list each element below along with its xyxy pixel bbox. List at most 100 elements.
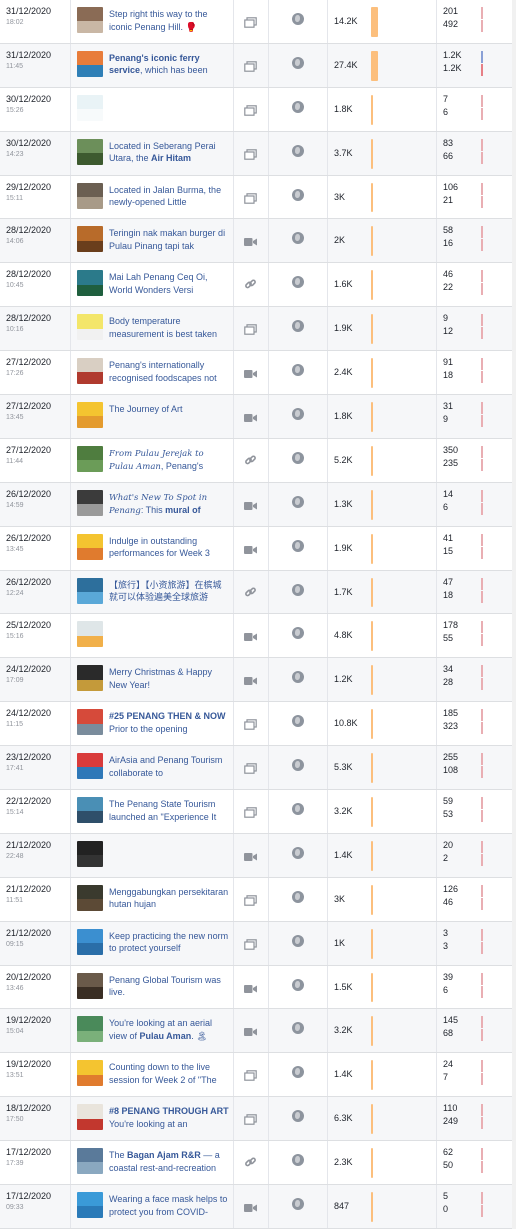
- column-divider: [436, 263, 437, 307]
- table-row[interactable]: 28/12/2020 14:06 Teringin nak makan burg…: [0, 219, 516, 264]
- table-row[interactable]: 28/12/2020 10:16 Body temperature measur…: [0, 307, 516, 352]
- post-text-link[interactable]: Menggabungkan persekitaran hutan hujan: [109, 886, 229, 912]
- post-time: 11:45: [6, 62, 23, 70]
- post-thumbnail[interactable]: [77, 358, 103, 385]
- post-thumbnail[interactable]: [77, 753, 103, 780]
- table-row[interactable]: 31/12/2020 18:02 Step right this way to …: [0, 0, 516, 44]
- post-text-link[interactable]: Penang's iconic ferry service, which has…: [109, 52, 229, 78]
- table-row[interactable]: 24/12/2020 11:15 #25 PENANG THEN & NOW P…: [0, 702, 516, 747]
- post-text-link[interactable]: The Bagan Ajam R&R — a coastal rest-and-…: [109, 1149, 229, 1175]
- link-icon: [244, 278, 257, 289]
- post-text-link[interactable]: [109, 96, 229, 122]
- table-row[interactable]: 19/12/2020 13:51 Counting down to the li…: [0, 1053, 516, 1098]
- post-thumbnail[interactable]: [77, 928, 103, 955]
- post-text-link[interactable]: Merry Christmas & Happy New Year!: [109, 666, 229, 692]
- table-row[interactable]: 22/12/2020 15:14 The Penang State Touris…: [0, 790, 516, 834]
- post-thumbnail[interactable]: [77, 621, 103, 648]
- table-row[interactable]: 29/12/2020 15:11 Located in Jalan Burma,…: [0, 175, 516, 220]
- table-row[interactable]: 27/12/2020 11:44 From Pulau Jerejak to P…: [0, 438, 516, 483]
- post-text-link[interactable]: What's New To Spot in Penang: This mural…: [109, 491, 229, 517]
- table-row[interactable]: 21/12/2020 11:51 Menggabungkan persekita…: [0, 877, 516, 922]
- table-row[interactable]: 17/12/2020 09:33 Wearing a face mask hel…: [0, 1185, 516, 1229]
- table-row[interactable]: 31/12/2020 11:45 Penang's iconic ferry s…: [0, 43, 516, 88]
- table-row[interactable]: 20/12/2020 13:46 Penang Global Tourism w…: [0, 965, 516, 1010]
- post-thumbnail[interactable]: [77, 1016, 103, 1043]
- post-text-link[interactable]: [109, 622, 229, 648]
- table-row[interactable]: 21/12/2020 09:15 Keep practicing the new…: [0, 921, 516, 966]
- post-thumbnail[interactable]: [77, 489, 103, 516]
- table-row[interactable]: 27/12/2020 17:26 Penang's internationall…: [0, 351, 516, 396]
- post-thumbnail[interactable]: [77, 797, 103, 824]
- post-thumbnail[interactable]: [77, 884, 103, 911]
- post-text-link[interactable]: Step right this way to the iconic Penang…: [109, 8, 229, 34]
- post-text-link[interactable]: Wearing a face mask helps to protect you…: [109, 1193, 229, 1219]
- post-text-link[interactable]: Located in Seberang Perai Utara, the Air…: [109, 140, 229, 166]
- post-text-link[interactable]: Mai Lah Penang Ceq Oi, World Wonders Ver…: [109, 271, 229, 297]
- table-row[interactable]: 28/12/2020 10:45 Mai Lah Penang Ceq Oi, …: [0, 263, 516, 308]
- post-thumbnail[interactable]: [77, 972, 103, 999]
- post-text-link[interactable]: #8 PENANG THROUGH ART You're looking at …: [109, 1105, 229, 1131]
- post-thumbnail[interactable]: [77, 138, 103, 165]
- post-text-link[interactable]: Located in Jalan Burma, the newly-opened…: [109, 184, 229, 210]
- post-text-link[interactable]: 【旅行】【小资旅游】在槟城就可以体验遍美全球旅游: [109, 579, 229, 605]
- post-thumbnail[interactable]: [77, 182, 103, 209]
- post-thumbnail[interactable]: [77, 7, 103, 33]
- post-thumbnail[interactable]: [77, 1148, 103, 1175]
- post-time: 13:45: [6, 414, 24, 422]
- post-text-link[interactable]: [109, 842, 229, 868]
- engagement-bar-top: [481, 533, 483, 546]
- table-row[interactable]: 23/12/2020 17:41 AirAsia and Penang Tour…: [0, 746, 516, 791]
- post-text-link[interactable]: Penang's internationally recognised food…: [109, 359, 229, 385]
- engagement-bar-top: [481, 445, 483, 458]
- table-row[interactable]: 18/12/2020 17:50 #8 PENANG THROUGH ART Y…: [0, 1097, 516, 1142]
- table-row[interactable]: 24/12/2020 17:09 Merry Christmas & Happy…: [0, 658, 516, 703]
- post-text-link[interactable]: You're looking at an aerial view of Pula…: [109, 1017, 229, 1043]
- table-row[interactable]: 26/12/2020 12:24 【旅行】【小资旅游】在槟城就可以体验遍美全球旅…: [0, 570, 516, 615]
- photo-icon: [244, 761, 257, 774]
- engagement-reactions: 0: [443, 1204, 449, 1215]
- post-thumbnail[interactable]: [77, 1060, 103, 1087]
- table-row[interactable]: 25/12/2020 15:16 4.8K 178 55: [0, 614, 516, 659]
- post-thumbnail[interactable]: [77, 533, 103, 560]
- post-text-link[interactable]: Penang Global Tourism was live.: [109, 974, 229, 1000]
- table-row[interactable]: 26/12/2020 14:59 What's New To Spot in P…: [0, 482, 516, 527]
- post-text-link[interactable]: The Penang State Tourism launched an "Ex…: [109, 798, 229, 824]
- post-text-link[interactable]: Counting down to the live session for We…: [109, 1061, 229, 1087]
- engagement-bar-top: [481, 621, 483, 634]
- post-text-link[interactable]: Teringin nak makan burger di Pulau Pinan…: [109, 227, 229, 253]
- table-row[interactable]: 30/12/2020 14:23 Located in Seberang Per…: [0, 131, 516, 176]
- table-row[interactable]: 30/12/2020 15:26 1.8K 7 6: [0, 87, 516, 132]
- post-text-link[interactable]: From Pulau Jerejak to Pulau Aman, Penang…: [109, 447, 229, 473]
- reach-value: 1.9K: [334, 542, 353, 553]
- post-thumbnail[interactable]: [77, 270, 103, 297]
- engagement-bar-bottom: [481, 327, 483, 340]
- scrollbar[interactable]: [512, 0, 516, 1229]
- post-thumbnail[interactable]: [77, 94, 103, 121]
- post-thumbnail[interactable]: [77, 226, 103, 253]
- table-row[interactable]: 26/12/2020 13:45 Indulge in outstanding …: [0, 526, 516, 571]
- post-thumbnail[interactable]: [77, 665, 103, 692]
- post-thumbnail[interactable]: [77, 445, 103, 472]
- post-text-link[interactable]: AirAsia and Penang Tourism collaborate t…: [109, 754, 229, 780]
- post-thumbnail[interactable]: [77, 314, 103, 341]
- engagement-clicks: 201: [443, 6, 459, 16]
- post-thumbnail[interactable]: [77, 709, 103, 736]
- post-text-link[interactable]: Keep practicing the new norm to protect …: [109, 930, 229, 956]
- post-thumbnail[interactable]: [77, 402, 103, 429]
- table-row[interactable]: 17/12/2020 17:39 The Bagan Ajam R&R — a …: [0, 1141, 516, 1186]
- engagement-bar-bottom: [481, 853, 483, 866]
- table-row[interactable]: 19/12/2020 15:04 You're looking at an ae…: [0, 1009, 516, 1054]
- post-thumbnail[interactable]: [77, 1192, 103, 1219]
- post-text-link[interactable]: The Journey of Art: [109, 403, 229, 429]
- post-thumbnail[interactable]: [77, 50, 103, 77]
- post-text-link[interactable]: Indulge in outstanding performances for …: [109, 535, 229, 561]
- post-thumbnail[interactable]: [77, 1104, 103, 1131]
- post-text-link[interactable]: #25 PENANG THEN & NOW Prior to the openi…: [109, 710, 229, 736]
- globe-icon: [292, 188, 304, 201]
- engagement-clicks: 9: [443, 313, 449, 324]
- table-row[interactable]: 27/12/2020 13:45 The Journey of Art 1.8K…: [0, 395, 516, 439]
- table-row[interactable]: 21/12/2020 22:48 1.4K 20 2: [0, 833, 516, 878]
- post-thumbnail[interactable]: [77, 577, 103, 604]
- post-text-link[interactable]: Body temperature measurement is best tak…: [109, 315, 229, 341]
- post-thumbnail[interactable]: [77, 840, 103, 867]
